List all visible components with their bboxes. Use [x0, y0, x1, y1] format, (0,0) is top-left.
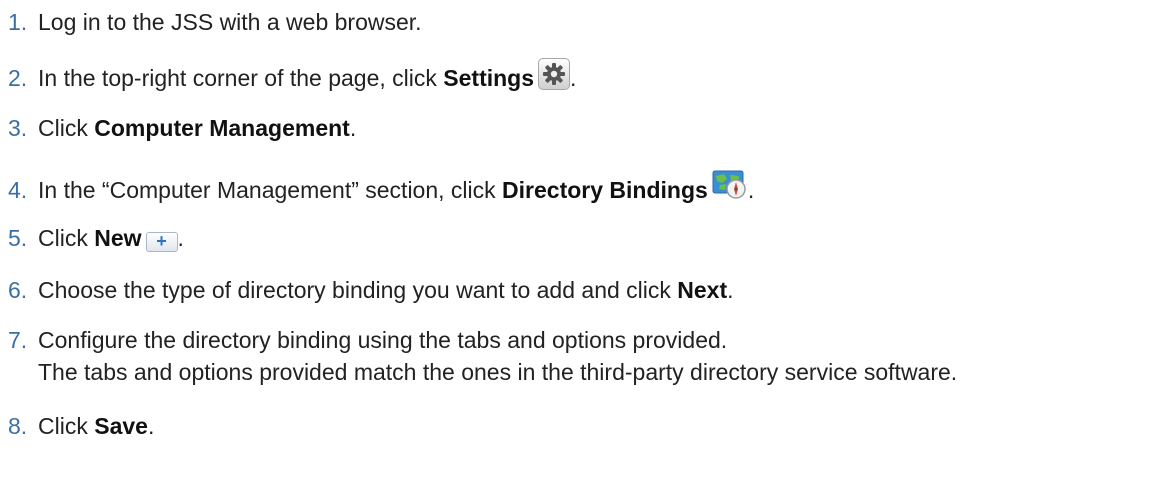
step-number: 4.	[8, 177, 28, 203]
step-3: 3. Click Computer Management.	[8, 112, 356, 144]
step-period: .	[570, 65, 577, 91]
step-2: 2. In the top-right corner of the page, c…	[8, 58, 576, 94]
step-period: .	[349, 115, 357, 141]
step-text: Click	[38, 413, 95, 439]
step-number: 1.	[8, 9, 28, 35]
step-text: In the “Computer Management” section, cl…	[38, 177, 503, 203]
step-8: 8. Click Save.	[8, 410, 154, 442]
new-label: New	[94, 225, 142, 251]
step-note: The tabs and options provided match the …	[38, 359, 958, 385]
step-5: 5. Click New +.	[8, 222, 184, 254]
computer-management-label: Computer Management	[94, 115, 350, 141]
step-number: 5.	[8, 225, 28, 251]
step-text: Choose the type of directory binding you…	[38, 277, 678, 303]
plus-icon: +	[145, 232, 178, 252]
step-text: In the top-right corner of the page, cli…	[38, 65, 444, 91]
step-text: Click	[38, 225, 95, 251]
save-label: Save	[94, 413, 148, 439]
step-4: 4. In the “Computer Management” section, …	[8, 170, 754, 206]
step-text: Click	[38, 115, 95, 141]
next-label: Next	[677, 277, 728, 303]
directory-bindings-label: Directory Bindings	[502, 177, 708, 203]
step-number: 2.	[8, 65, 28, 91]
step-number: 6.	[8, 277, 28, 303]
settings-label: Settings	[443, 65, 535, 91]
step-number: 3.	[8, 115, 28, 141]
step-period: .	[727, 277, 734, 303]
step-1: 1. Log in to the JSS with a web browser.	[8, 6, 422, 38]
step-number: 8.	[8, 413, 28, 439]
step-number: 7.	[8, 327, 28, 353]
step-7: 7. Configure the directory binding using …	[8, 324, 957, 385]
step-6: 6. Choose the type of directory binding y…	[8, 274, 734, 306]
directory-bindings-icon	[712, 170, 748, 200]
step-text: Log in to the JSS with a web browser.	[38, 9, 422, 35]
step-period: .	[147, 413, 155, 439]
gear-icon	[538, 58, 571, 90]
step-text: Configure the directory binding using th…	[38, 327, 728, 353]
step-period: .	[747, 177, 755, 203]
step-period: .	[177, 225, 184, 251]
